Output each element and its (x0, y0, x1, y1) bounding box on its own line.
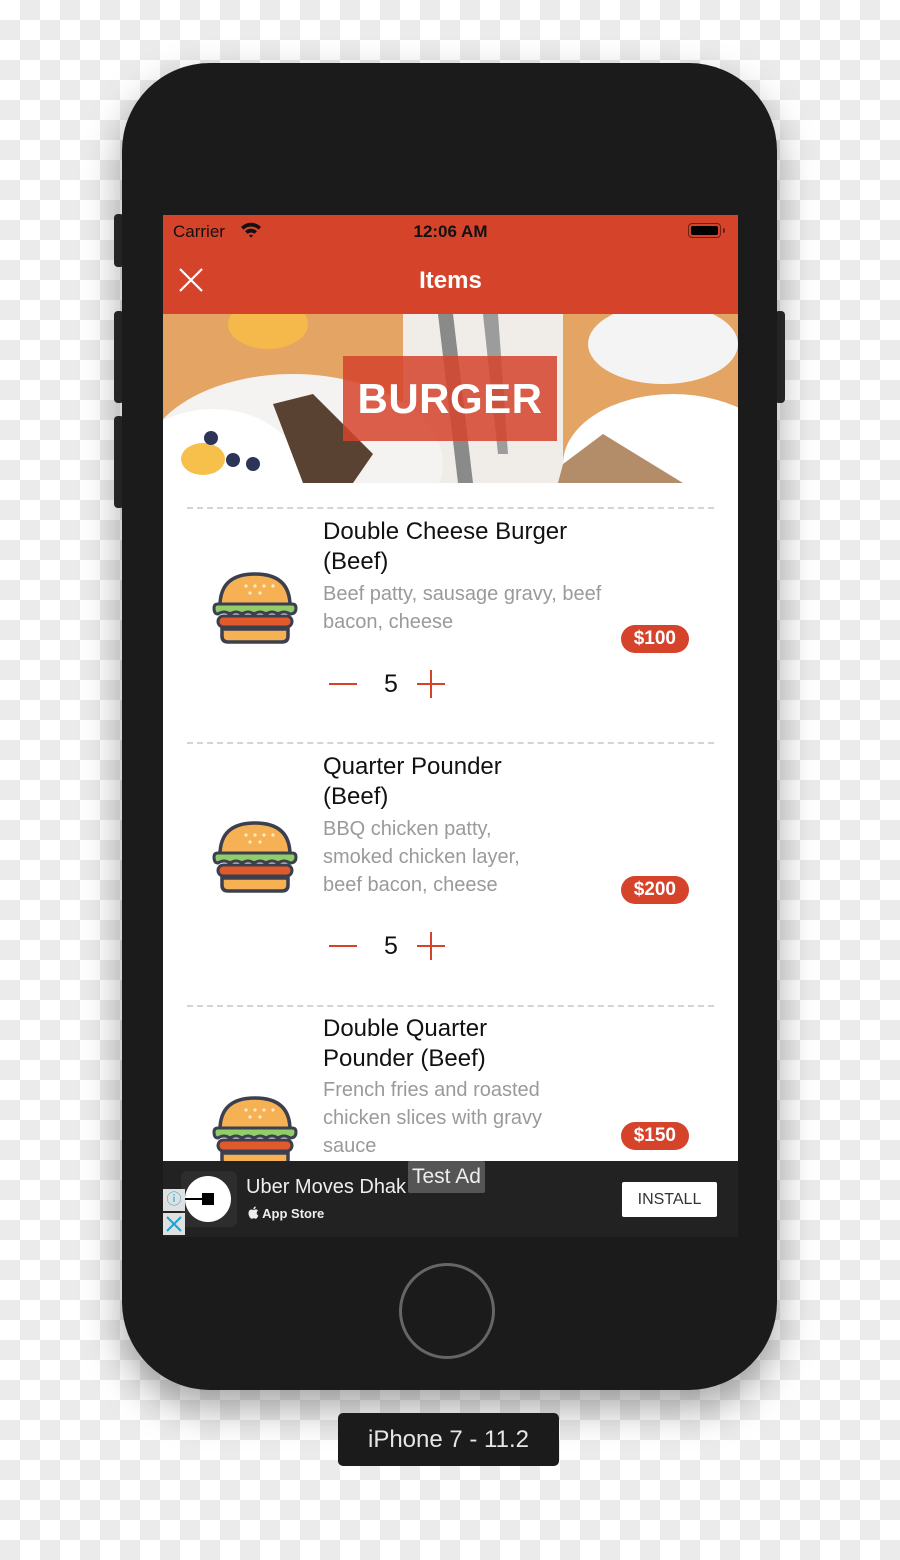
burger-icon (210, 817, 300, 897)
category-banner: BURGER (163, 314, 738, 483)
price-badge: $200 (620, 876, 689, 904)
apple-icon (248, 1206, 259, 1219)
burger-icon (210, 1092, 300, 1172)
page-title: Items (419, 267, 482, 294)
item-description: BBQ chicken patty, smoked chicken layer,… (323, 818, 520, 896)
install-button[interactable]: INSTALL (622, 1182, 717, 1217)
price-badge: $100 (620, 625, 689, 653)
device-label: iPhone 7 - 11.2 (338, 1413, 559, 1466)
decrement-button[interactable] (329, 683, 357, 685)
ad-close-icon[interactable] (163, 1213, 185, 1235)
app-screen: Carrier 12:06 AM Items BURGER Double Che… (163, 215, 738, 1237)
price-badge: $150 (620, 1122, 689, 1150)
divider (187, 1005, 714, 1007)
increment-button[interactable] (417, 931, 445, 961)
home-button[interactable] (399, 1263, 495, 1359)
item-description: Beef patty, sausage gravy, beef bacon, c… (323, 583, 602, 633)
category-title: BURGER (343, 356, 557, 441)
test-ad-label: Test Ad (408, 1161, 485, 1193)
ad-app-name: Uber Moves Dhak (246, 1176, 407, 1198)
item-name: Double Cheese Burger (Beef) (323, 518, 568, 575)
quantity-value: 5 (384, 670, 398, 698)
app-store-text: App Store (262, 1206, 325, 1221)
ad-banner[interactable]: Uber Moves Dhak App Store Test Ad INSTAL… (163, 1161, 738, 1237)
divider (187, 742, 714, 744)
quantity-stepper: 5 (323, 669, 463, 699)
quantity-stepper: 5 (323, 931, 463, 961)
decrement-button[interactable] (329, 945, 357, 947)
clock: 12:06 AM (413, 222, 488, 241)
burger-icon (210, 568, 300, 648)
status-bar: Carrier 12:06 AM (163, 215, 738, 248)
ad-info-icon[interactable]: ⓘ (163, 1189, 185, 1211)
increment-button[interactable] (417, 669, 445, 699)
nav-bar: Items (163, 248, 738, 314)
app-store-label: App Store (248, 1206, 324, 1221)
battery-full-icon (688, 223, 721, 238)
item-name: Double Quarter Pounder (Beef) (323, 1015, 488, 1072)
divider (187, 507, 714, 509)
list-item[interactable]: Quarter Pounder (Beef) BBQ chicken patty… (163, 745, 738, 1003)
list-item[interactable]: Double Cheese Burger (Beef) Beef patty, … (163, 510, 738, 740)
uber-logo-icon (179, 1176, 231, 1222)
quantity-value: 5 (384, 932, 398, 960)
item-description: French fries and roasted chicken slices … (323, 1079, 542, 1157)
item-name: Quarter Pounder (Beef) (323, 753, 502, 810)
